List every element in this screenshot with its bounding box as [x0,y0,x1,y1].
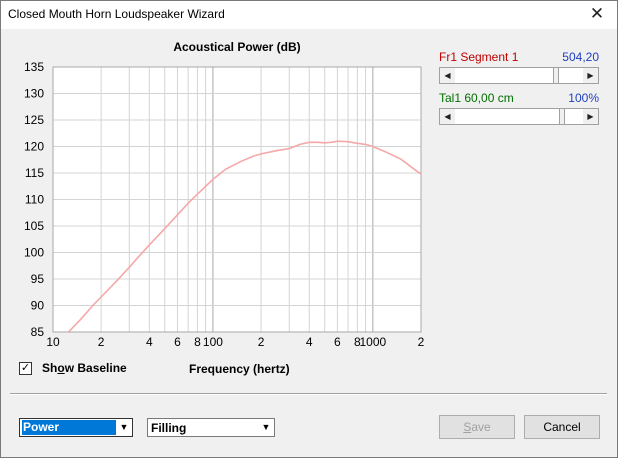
x-tick-label: 1000 [360,335,387,349]
show-baseline-checkbox[interactable]: ✓ [19,362,32,375]
show-baseline-label-c: B [77,361,87,375]
segment-name: Fr1 Segment 1 [439,50,519,64]
taper-value: 100% [568,91,599,105]
chevron-down-icon[interactable]: ▼ [259,420,273,435]
y-tick-label: 110 [25,193,44,207]
show-baseline-label-b: w [64,361,78,375]
arrow-right-icon[interactable]: ▶ [583,68,598,83]
show-baseline-label-a: Sh [42,361,58,375]
x-tick-label: 6 [334,335,341,349]
y-tick-label: 135 [24,60,44,74]
x-tick-label: 8 [194,335,201,349]
segment-value: 504,20 [562,50,599,64]
y-tick-label: 115 [25,166,44,180]
chart-title: Acoustical Power (dB) [173,40,300,54]
title-bar[interactable]: Closed Mouth Horn Loudspeaker Wizard ✕ [1,1,617,29]
y-tick-label: 130 [24,87,44,101]
taper-slider-thumb[interactable] [559,109,565,124]
x-tick-label: 4 [146,335,153,349]
x-tick-label: 4 [306,335,313,349]
show-baseline-label[interactable]: Show Baseline [42,361,127,375]
x-tick-label: 2 [258,335,265,349]
taper-slider[interactable]: ◀ ▶ [439,108,599,125]
x-axis-label: Frequency (hertz) [189,362,290,376]
plot-type-value: Power [22,420,116,435]
cancel-button[interactable]: Cancel [524,415,600,439]
arrow-right-icon[interactable]: ▶ [583,109,598,124]
y-tick-label: 125 [24,113,44,127]
x-tick-label: 2 [418,335,425,349]
separator [10,393,607,395]
chevron-down-icon[interactable]: ▼ [117,420,131,435]
arrow-left-icon[interactable]: ◀ [440,109,455,124]
y-tick-label: 105 [24,219,44,233]
x-tick-label: 10 [46,335,60,349]
wizard-window: Closed Mouth Horn Loudspeaker Wizard ✕ 8… [0,0,618,458]
x-tick-label: 6 [174,335,181,349]
acoustical-power-chart: 85909510010511011512012513013510 2 4 6 8 100 2… [24,40,425,349]
arrow-left-icon[interactable]: ◀ [440,68,455,83]
y-tick-label: 85 [31,325,45,339]
save-button[interactable]: Save [439,415,515,439]
close-icon[interactable]: ✕ [577,1,617,29]
y-tick-label: 95 [31,272,45,286]
plot-type-select[interactable]: Power ▼ [19,418,133,437]
filling-select[interactable]: Filling ▼ [147,418,275,437]
show-baseline-label-d: aseline [86,361,127,375]
filling-value: Filling [151,421,187,435]
x-tick-label: 100 [203,335,223,349]
x-tick-label: 2 [98,335,105,349]
window-title: Closed Mouth Horn Loudspeaker Wizard [8,7,225,21]
y-tick-label: 90 [31,299,45,313]
segment-slider[interactable]: ◀ ▶ [439,67,599,84]
y-tick-label: 100 [24,246,44,260]
segment-slider-thumb[interactable] [553,68,559,83]
y-tick-label: 120 [24,140,44,154]
save-label-b: ave [471,420,491,434]
taper-name: Tal1 60,00 cm [439,91,514,105]
show-baseline-label-key: o [57,361,65,375]
